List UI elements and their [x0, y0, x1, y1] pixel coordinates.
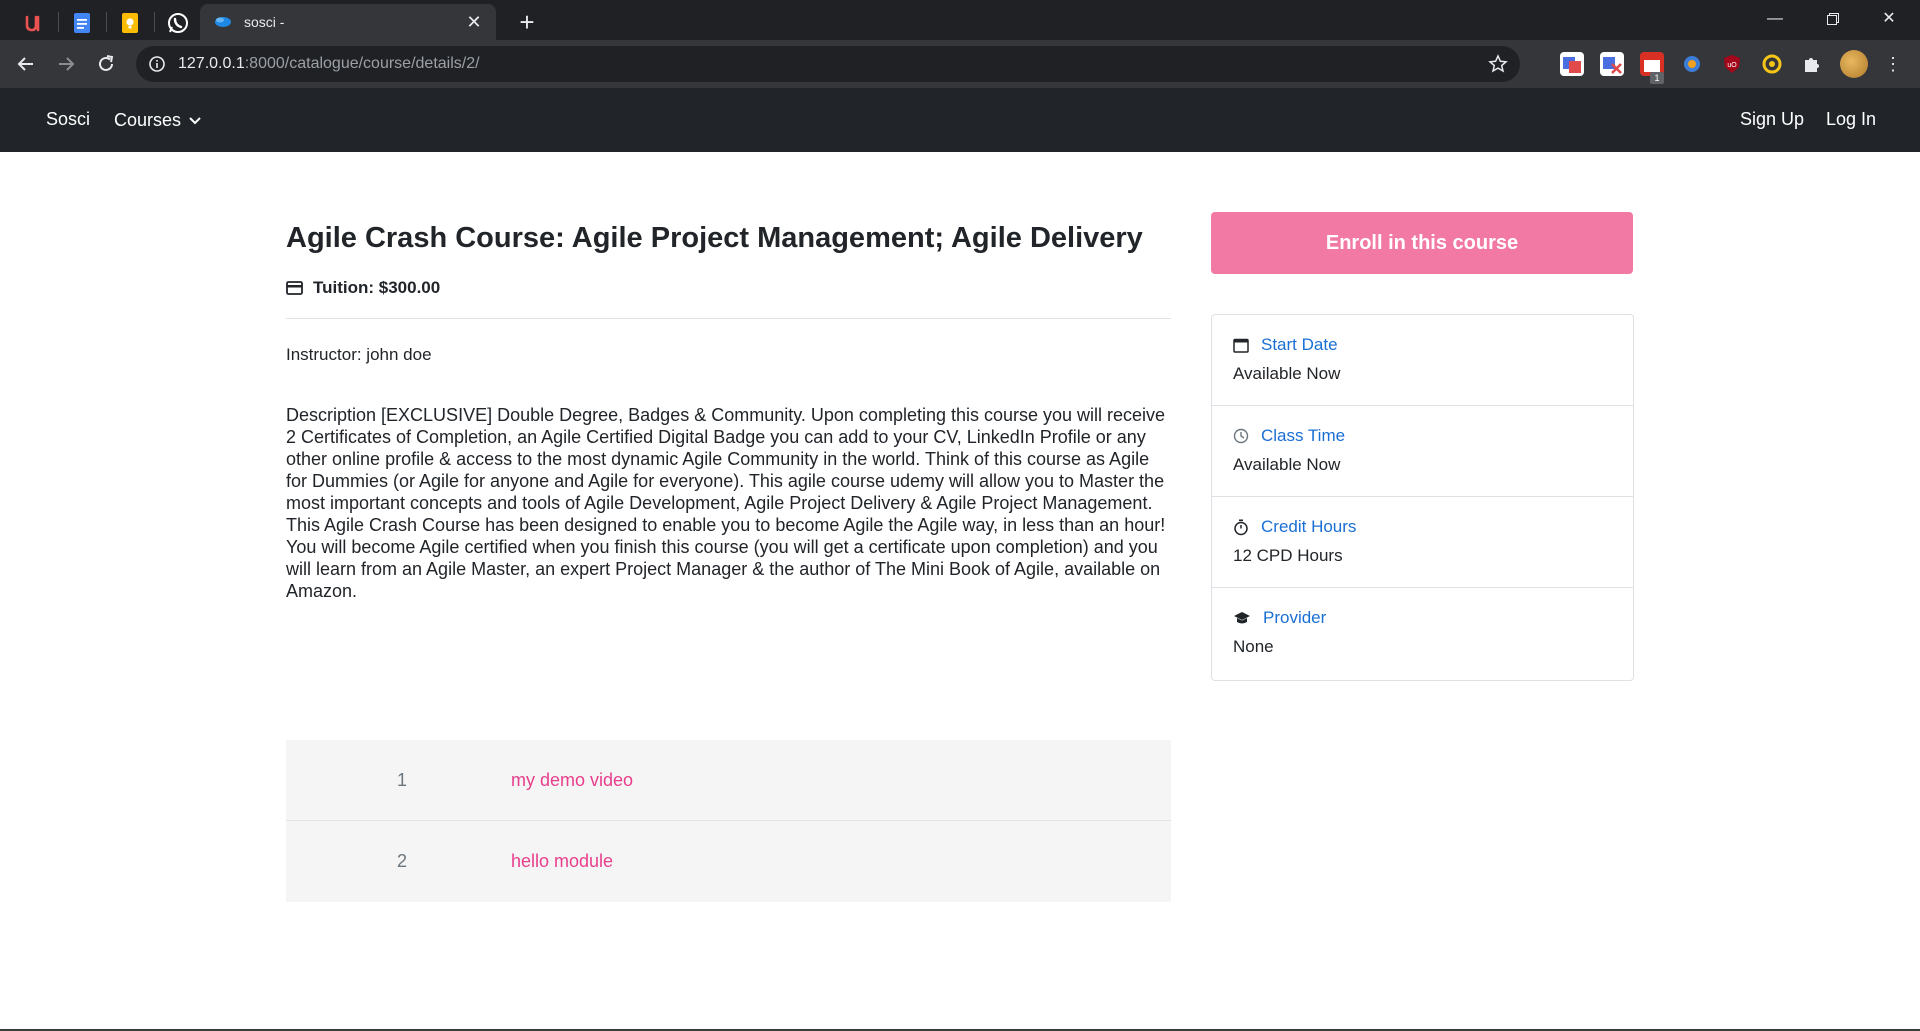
address-bar[interactable]: 127.0.0.1:8000/catalogue/course/details/…	[136, 46, 1520, 82]
keep-icon[interactable]	[106, 6, 154, 40]
tab-title: sosci -	[244, 14, 285, 30]
info-value: 12 CPD Hours	[1233, 546, 1343, 565]
divider	[286, 318, 1171, 319]
calendar-icon	[1233, 338, 1249, 353]
info-label: Class Time	[1233, 426, 1345, 446]
courses-label: Courses	[114, 110, 182, 130]
info-label-text: Start Date	[1261, 335, 1338, 354]
info-class-time: Class Time Available Now	[1212, 406, 1633, 497]
chevron-down-icon	[189, 116, 201, 124]
svg-text:uO: uO	[1727, 62, 1737, 69]
module-row: 2 hello module	[286, 821, 1171, 902]
info-label-text: Class Time	[1261, 426, 1346, 445]
reload-icon[interactable]	[90, 48, 122, 80]
browser-menu-icon[interactable]: ⋮	[1884, 52, 1902, 76]
url-text: 127.0.0.1:8000/catalogue/course/details/…	[178, 55, 480, 73]
site-info-icon[interactable]	[148, 55, 166, 78]
enroll-button[interactable]: Enroll in this course	[1211, 212, 1633, 274]
browser-toolbar: 127.0.0.1:8000/catalogue/course/details/…	[0, 40, 1920, 88]
browser-tabstrip: sosci - ✕ + — ✕	[0, 0, 1920, 40]
course-info-card: Start Date Available Now Class Time Avai…	[1211, 314, 1634, 681]
extension-translate-icon[interactable]	[1560, 52, 1584, 76]
info-value: None	[1233, 637, 1274, 656]
forward-icon[interactable]	[50, 48, 82, 80]
info-value: Available Now	[1233, 455, 1341, 474]
module-link[interactable]: hello module	[511, 851, 613, 872]
info-start-date: Start Date Available Now	[1212, 315, 1633, 406]
tuition: Tuition: $300.00	[286, 278, 440, 298]
close-window-icon[interactable]: ✕	[1866, 0, 1912, 38]
new-tab-button[interactable]: +	[512, 8, 542, 38]
udemy-icon[interactable]	[10, 6, 58, 40]
profile-avatar[interactable]	[1840, 50, 1868, 78]
tuition-text: Tuition: $300.00	[313, 278, 441, 297]
info-credit-hours: Credit Hours 12 CPD Hours	[1212, 497, 1633, 588]
course-description: Description [EXCLUSIVE] Double Degree, B…	[286, 405, 1166, 601]
ublock-icon[interactable]: uO	[1720, 52, 1744, 76]
extension-badge: 1	[1650, 72, 1664, 84]
info-label-text: Provider	[1263, 608, 1327, 627]
info-provider: Provider None	[1212, 588, 1633, 680]
brand-link[interactable]: Sosci	[46, 109, 90, 130]
clock-icon	[1233, 428, 1249, 444]
site-navbar: Sosci Courses Sign Up Log In	[0, 88, 1920, 152]
bookmark-star-icon[interactable]	[1488, 54, 1508, 79]
signup-link[interactable]: Sign Up	[1740, 109, 1804, 130]
module-number: 2	[396, 851, 407, 871]
url-path: :8000/catalogue/course/details/2/	[244, 55, 480, 72]
graduation-cap-icon	[1234, 612, 1250, 624]
url-host: 127.0.0.1	[178, 55, 245, 72]
module-row: 1 my demo video	[286, 740, 1171, 821]
stopwatch-icon	[1234, 519, 1248, 535]
info-label-text: Credit Hours	[1261, 517, 1357, 536]
extension-coin-icon[interactable]	[1760, 52, 1784, 76]
minimize-icon[interactable]: —	[1752, 0, 1798, 38]
info-value: Available Now	[1233, 364, 1341, 383]
docs-icon[interactable]	[58, 6, 106, 40]
extensions-puzzle-icon[interactable]	[1800, 52, 1824, 76]
course-title: Agile Crash Course: Agile Project Manage…	[286, 222, 1143, 254]
site-favicon-icon	[214, 15, 232, 34]
credit-card-icon	[286, 281, 303, 295]
extension-cross-icon[interactable]	[1600, 52, 1624, 76]
login-link[interactable]: Log In	[1826, 109, 1876, 130]
instructor: Instructor: john doe	[286, 345, 432, 364]
close-tab-icon[interactable]: ✕	[462, 10, 486, 34]
restore-icon[interactable]	[1810, 0, 1856, 38]
extension-globe-icon[interactable]	[1680, 52, 1704, 76]
whatsapp-icon[interactable]	[154, 6, 202, 40]
module-list: 1 my demo video 2 hello module	[286, 740, 1171, 902]
info-label: Start Date	[1233, 335, 1338, 355]
module-link[interactable]: my demo video	[511, 770, 633, 791]
info-label: Provider	[1233, 608, 1326, 628]
active-tab[interactable]: sosci - ✕	[200, 4, 496, 40]
info-label: Credit Hours	[1233, 517, 1356, 537]
courses-dropdown[interactable]: Courses	[114, 110, 201, 131]
module-number: 1	[396, 770, 407, 790]
back-icon[interactable]	[10, 48, 42, 80]
